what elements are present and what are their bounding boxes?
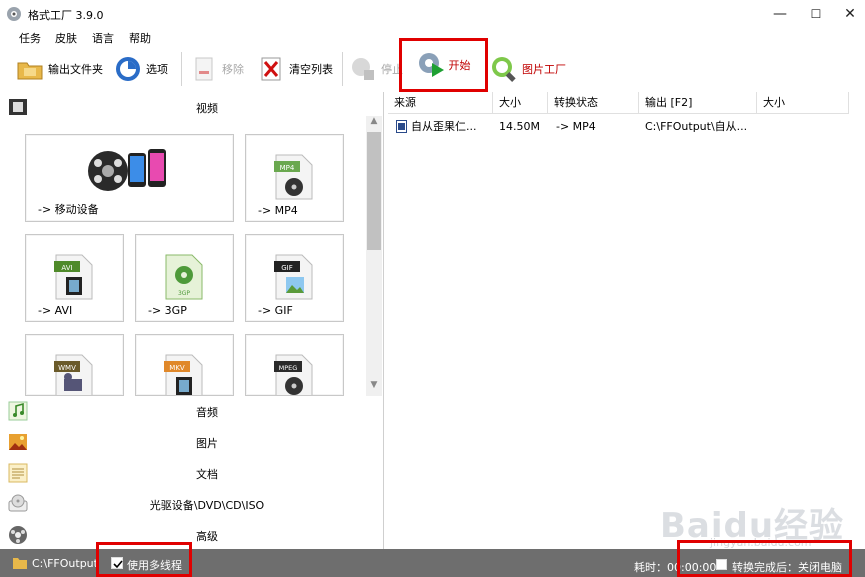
category-audio-label: 音频 bbox=[196, 406, 218, 419]
menu-skin[interactable]: 皮肤 bbox=[55, 30, 77, 46]
menu-task[interactable]: 任务 bbox=[19, 30, 41, 46]
category-rom-label: 光驱设备\DVD\CD\ISO bbox=[149, 499, 265, 512]
column-output[interactable]: 输出 [F2] bbox=[639, 92, 757, 114]
toolbar-divider bbox=[181, 52, 182, 86]
category-document[interactable]: 文档 bbox=[2, 459, 382, 487]
gif-format-icon: GIF bbox=[274, 254, 313, 300]
toolbar-divider bbox=[342, 52, 343, 86]
svg-text:WMV: WMV bbox=[58, 364, 76, 372]
tile-mpeg[interactable]: MPEG bbox=[245, 334, 344, 396]
clear-list-icon bbox=[257, 55, 285, 83]
tile-mkv[interactable]: MKV bbox=[135, 334, 234, 396]
wmv-format-icon: WMV bbox=[54, 354, 93, 395]
picture-factory-icon bbox=[490, 55, 518, 83]
multithread-label: 使用多线程 bbox=[127, 559, 182, 572]
column-output-size[interactable]: 大小 bbox=[757, 92, 849, 114]
tile-mp4[interactable]: MP4 -> MP4 bbox=[245, 134, 344, 222]
output-folder-label: 输出文件夹 bbox=[48, 63, 103, 76]
category-advanced-label: 高级 bbox=[196, 530, 218, 543]
picture-factory-button[interactable]: 图片工厂 bbox=[490, 51, 566, 87]
category-document-label: 文档 bbox=[196, 468, 218, 481]
start-icon bbox=[417, 51, 445, 79]
scroll-down-icon[interactable]: ▼ bbox=[366, 380, 382, 394]
column-status[interactable]: 转换状态 bbox=[548, 92, 639, 114]
tile-3gp-label: -> 3GP bbox=[148, 304, 187, 317]
tile-mobile-label: -> 移动设备 bbox=[38, 203, 99, 216]
minimize-button[interactable]: — bbox=[763, 0, 797, 28]
row-output-size bbox=[763, 118, 843, 136]
tile-avi-label: -> AVI bbox=[38, 304, 73, 317]
mkv-format-icon: MKV bbox=[164, 354, 203, 395]
svg-text:AVI: AVI bbox=[61, 264, 72, 272]
tile-avi[interactable]: AVI -> AVI bbox=[25, 234, 124, 322]
row-output: C:\FFOutput\自从... bbox=[645, 120, 748, 133]
column-source[interactable]: 来源 bbox=[388, 92, 493, 114]
category-video[interactable]: 视频 bbox=[2, 93, 382, 121]
category-advanced[interactable]: 高级 bbox=[2, 521, 382, 549]
svg-text:MKV: MKV bbox=[169, 364, 185, 372]
row-source: 自从歪果仁... bbox=[411, 120, 477, 133]
row-status: -> MP4 bbox=[556, 120, 596, 133]
output-folder-icon bbox=[12, 556, 28, 570]
tile-3gp[interactable]: 3GP -> 3GP bbox=[135, 234, 234, 322]
3gp-format-icon: 3GP bbox=[165, 254, 203, 300]
stop-icon bbox=[349, 55, 377, 83]
task-list bbox=[388, 92, 865, 549]
svg-text:MPEG: MPEG bbox=[279, 364, 298, 372]
after-convert-checkbox[interactable] bbox=[716, 559, 727, 570]
mp4-format-icon: MP4 bbox=[274, 154, 313, 200]
column-size[interactable]: 大小 bbox=[493, 92, 548, 114]
options-label: 选项 bbox=[146, 63, 168, 76]
tile-gif-label: -> GIF bbox=[258, 304, 293, 317]
window-title: 格式工厂 3.9.0 bbox=[28, 9, 104, 22]
category-picture[interactable]: 图片 bbox=[2, 428, 382, 456]
mpeg-format-icon: MPEG bbox=[274, 354, 313, 395]
category-picture-label: 图片 bbox=[196, 437, 218, 450]
options-button[interactable]: 选项 bbox=[114, 51, 168, 87]
start-button[interactable]: 开始 bbox=[399, 38, 488, 92]
folder-icon bbox=[16, 55, 44, 83]
picture-factory-label: 图片工厂 bbox=[522, 63, 566, 76]
clear-list-label: 清空列表 bbox=[289, 63, 333, 76]
tile-mp4-label: -> MP4 bbox=[258, 204, 298, 217]
after-convert-label: 转换完成后：关闭电脑 bbox=[732, 561, 842, 574]
remove-icon bbox=[190, 55, 218, 83]
avi-format-icon: AVI bbox=[54, 254, 93, 300]
remove-label: 移除 bbox=[222, 63, 244, 76]
title-bar bbox=[0, 0, 865, 28]
svg-text:GIF: GIF bbox=[281, 264, 293, 272]
options-icon bbox=[114, 55, 142, 83]
clear-list-button[interactable]: 清空列表 bbox=[257, 51, 333, 87]
output-path[interactable]: C:\FFOutput bbox=[32, 557, 98, 570]
tile-wmv[interactable]: WMV bbox=[25, 334, 124, 396]
maximize-button[interactable]: ☐ bbox=[799, 0, 833, 28]
category-video-label: 视频 bbox=[196, 102, 218, 115]
scroll-up-icon[interactable]: ▲ bbox=[366, 116, 382, 130]
stop-button[interactable]: 停止 bbox=[349, 51, 403, 87]
video-file-icon bbox=[396, 120, 407, 133]
tile-mobile-device[interactable]: -> 移动设备 bbox=[25, 134, 234, 222]
scrollbar-thumb[interactable] bbox=[367, 132, 381, 250]
menu-help[interactable]: 帮助 bbox=[129, 30, 151, 46]
svg-text:MP4: MP4 bbox=[280, 164, 295, 172]
category-audio[interactable]: 音频 bbox=[2, 397, 382, 425]
menu-language[interactable]: 语言 bbox=[92, 30, 114, 46]
app-icon bbox=[6, 6, 22, 22]
start-label: 开始 bbox=[448, 59, 471, 72]
mobile-device-icon bbox=[88, 149, 166, 191]
remove-button[interactable]: 移除 bbox=[190, 51, 244, 87]
tile-gif[interactable]: GIF -> GIF bbox=[245, 234, 344, 322]
close-button[interactable]: ✕ bbox=[833, 0, 865, 28]
output-folder-button[interactable]: 输出文件夹 bbox=[16, 51, 103, 87]
multithread-checkbox[interactable] bbox=[111, 557, 123, 569]
row-size: 14.50M bbox=[499, 120, 540, 133]
category-rom-device[interactable]: 光驱设备\DVD\CD\ISO bbox=[2, 490, 382, 518]
svg-text:3GP: 3GP bbox=[178, 290, 190, 297]
